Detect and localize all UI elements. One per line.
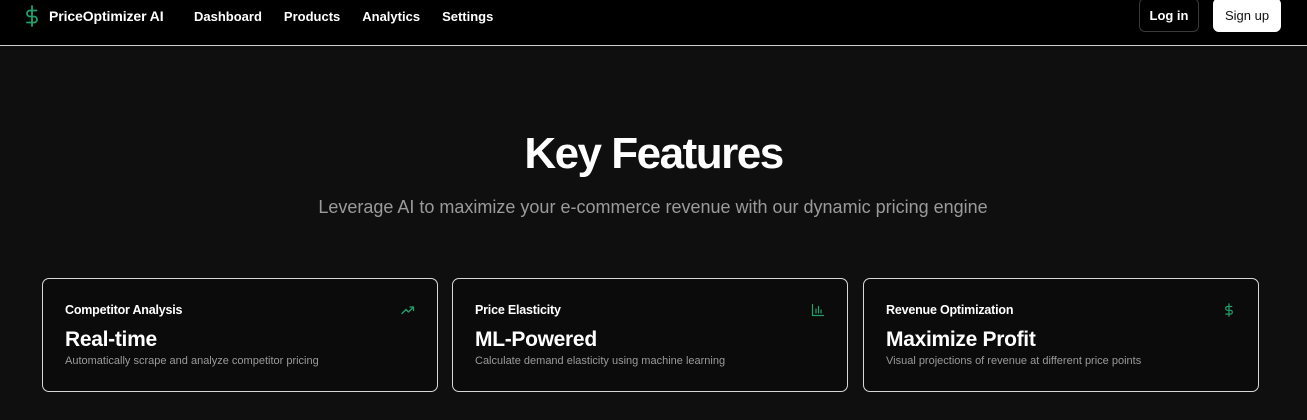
bar-chart-icon: [811, 303, 825, 317]
feature-card-label: Revenue Optimization: [886, 303, 1014, 317]
main-nav: Dashboard Products Analytics Settings: [194, 4, 515, 28]
brand[interactable]: PriceOptimizer AI: [24, 4, 164, 28]
feature-card-description: Automatically scrape and analyze competi…: [65, 355, 319, 367]
section-subtitle: Leverage AI to maximize your e-commerce …: [318, 197, 988, 217]
feature-card-value: ML-Powered: [475, 328, 597, 351]
feature-card-value: Maximize Profit: [886, 328, 1036, 351]
feature-card-value: Real-time: [65, 328, 157, 351]
top-navbar: PriceOptimizer AI Dashboard Products Ana…: [0, 0, 1307, 46]
section-title: Key Features: [524, 129, 784, 178]
feature-card-price-elasticity: Price Elasticity ML-Powered Calculate de…: [452, 278, 848, 392]
nav-link-dashboard[interactable]: Dashboard: [194, 9, 262, 24]
feature-card-description: Visual projections of revenue at differe…: [886, 355, 1142, 367]
feature-card-label: Price Elasticity: [475, 303, 561, 317]
feature-card-label: Competitor Analysis: [65, 303, 183, 317]
feature-card-description: Calculate demand elasticity using machin…: [475, 355, 726, 367]
nav-link-analytics[interactable]: Analytics: [362, 9, 420, 24]
login-button[interactable]: Log in: [1139, 0, 1199, 32]
signup-button[interactable]: Sign up: [1213, 0, 1281, 32]
feature-card-revenue-optimization: Revenue Optimization Maximize Profit Vis…: [863, 278, 1259, 392]
nav-link-settings[interactable]: Settings: [442, 9, 493, 24]
dollar-sign-icon: [1225, 303, 1233, 317]
nav-link-products[interactable]: Products: [284, 9, 340, 24]
trending-up-icon: [401, 306, 415, 315]
brand-name: PriceOptimizer AI: [49, 8, 164, 24]
dollar-sign-icon: [26, 5, 38, 27]
feature-card-competitor-analysis: Competitor Analysis Real-time Automatica…: [42, 278, 438, 392]
